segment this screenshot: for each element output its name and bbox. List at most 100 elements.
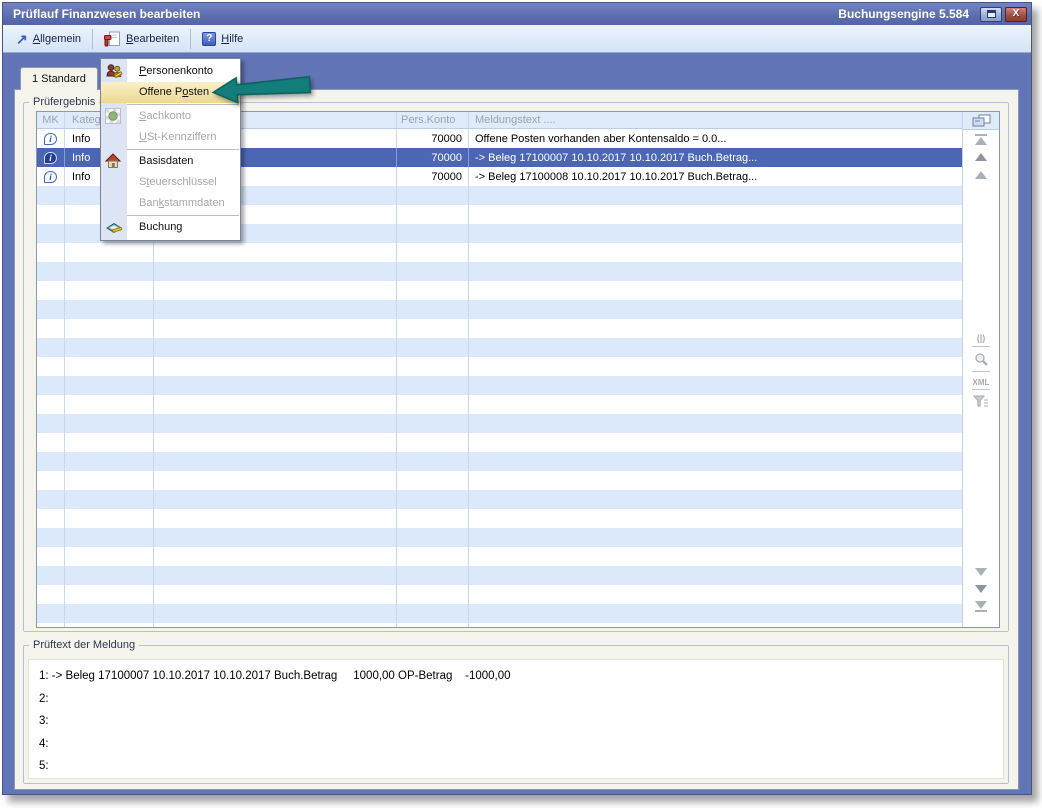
table-row[interactable] [37,547,962,566]
mk-cell [37,509,65,528]
meldungstext-cell [469,585,962,604]
strip-divider [972,346,990,347]
kategorie-cell [65,490,154,509]
kategorie-cell [65,585,154,604]
hilfe-label: Hilfe [221,33,243,45]
xml-icon: XML [973,378,990,387]
table-row[interactable] [37,376,962,395]
mk-cell [37,319,65,338]
table-row[interactable] [37,471,962,490]
page-up-button[interactable] [963,168,999,182]
kategorie-cell [65,243,154,262]
table-row[interactable] [37,604,962,623]
extra-cell [154,547,397,566]
pers-konto-cell [397,224,469,243]
table-row[interactable] [37,452,962,471]
extra-cell [154,300,397,319]
pers-konto-cell [397,186,469,205]
pers-konto-cell [397,262,469,281]
restore-button[interactable] [980,7,1002,22]
bearbeiten-button[interactable]: Bearbeiten [95,28,188,50]
brackets-icon: (|) [977,333,986,343]
allgemein-button[interactable]: ↗ Allgemein [7,28,90,50]
table-row[interactable] [37,300,962,319]
close-button[interactable]: X [1005,7,1027,22]
table-row[interactable] [37,414,962,433]
menu-item-bankstammdaten: Bankstammdaten [101,193,240,214]
scroll-to-top-button[interactable] [963,132,999,146]
table-row[interactable] [37,566,962,585]
table-row[interactable] [37,357,962,376]
page-down-icon [975,568,987,576]
grid-header-cell[interactable]: MK [37,112,65,128]
meldungstext-cell [469,623,962,627]
meldungstext-cell [469,547,962,566]
mk-cell [37,623,65,627]
kategorie-cell [65,376,154,395]
menu-item-buchung[interactable]: Buchung [101,217,240,238]
scroll-to-bottom-button[interactable] [963,599,999,613]
table-row[interactable] [37,585,962,604]
pers-konto-cell [397,604,469,623]
main-toolbar: ↗ Allgemein Bearbeiten ? Hilfe [3,25,1031,53]
tab-standard[interactable]: 1 Standard [20,67,98,90]
kategorie-cell [65,262,154,281]
mk-cell: i [37,148,65,167]
table-row[interactable] [37,262,962,281]
meldungstext-cell [469,471,962,490]
kategorie-cell [65,319,154,338]
meldungstext-cell [469,528,962,547]
hilfe-button[interactable]: ? Hilfe [193,28,252,50]
xml-button[interactable]: XML [963,375,999,389]
pers-konto-cell [397,566,469,585]
info-icon: i [44,152,57,164]
kategorie-cell [65,433,154,452]
meldungstext-cell: -> Beleg 17100007 10.10.2017 10.10.2017 … [469,148,962,167]
app-window: Prüflauf Finanzwesen bearbeiten Buchungs… [2,2,1032,795]
extra-cell [154,376,397,395]
table-row[interactable] [37,528,962,547]
message-groupbox: 1: -> Beleg 17100007 10.10.2017 10.10.20… [23,645,1009,784]
app-version: Buchungsengine 5.584 [838,7,969,21]
scroll-down-button[interactable] [963,582,999,596]
pers-konto-cell [397,338,469,357]
message-line: 3: [39,710,1003,733]
pers-konto-cell [397,395,469,414]
table-row[interactable] [37,433,962,452]
table-row[interactable] [37,623,962,627]
scroll-up-button[interactable] [963,150,999,164]
meldungstext-cell [469,433,962,452]
meldungstext-cell [469,414,962,433]
table-row[interactable] [37,319,962,338]
meldungstext-cell [469,319,962,338]
grid-header-cell[interactable]: Pers.Konto [397,112,469,128]
extra-cell [154,528,397,547]
meldungstext-cell [469,452,962,471]
filter-button[interactable] [963,394,999,408]
table-row[interactable] [37,243,962,262]
menu-item-basisdaten[interactable]: Basisdaten [101,151,240,172]
table-row[interactable] [37,281,962,300]
mk-cell: i [37,167,65,186]
mk-cell [37,471,65,490]
message-text-area: 1: -> Beleg 17100007 10.10.2017 10.10.20… [28,659,1004,779]
mk-cell [37,357,65,376]
extra-cell [154,490,397,509]
column-settings-button[interactable] [963,112,999,130]
meldungstext-cell [469,205,962,224]
mk-cell [37,433,65,452]
brackets-button[interactable]: (|) [963,331,999,345]
page-down-button[interactable] [963,565,999,579]
table-row[interactable] [37,509,962,528]
extra-cell [154,262,397,281]
grid-header-cell[interactable]: Meldungstext .... [469,112,962,128]
bearbeiten-label: Bearbeiten [126,33,179,45]
meldungstext-cell [469,509,962,528]
person-account-icon [105,63,123,79]
kategorie-cell [65,547,154,566]
search-button[interactable] [963,351,999,367]
strip-divider [972,371,990,372]
table-row[interactable] [37,338,962,357]
table-row[interactable] [37,490,962,509]
table-row[interactable] [37,395,962,414]
